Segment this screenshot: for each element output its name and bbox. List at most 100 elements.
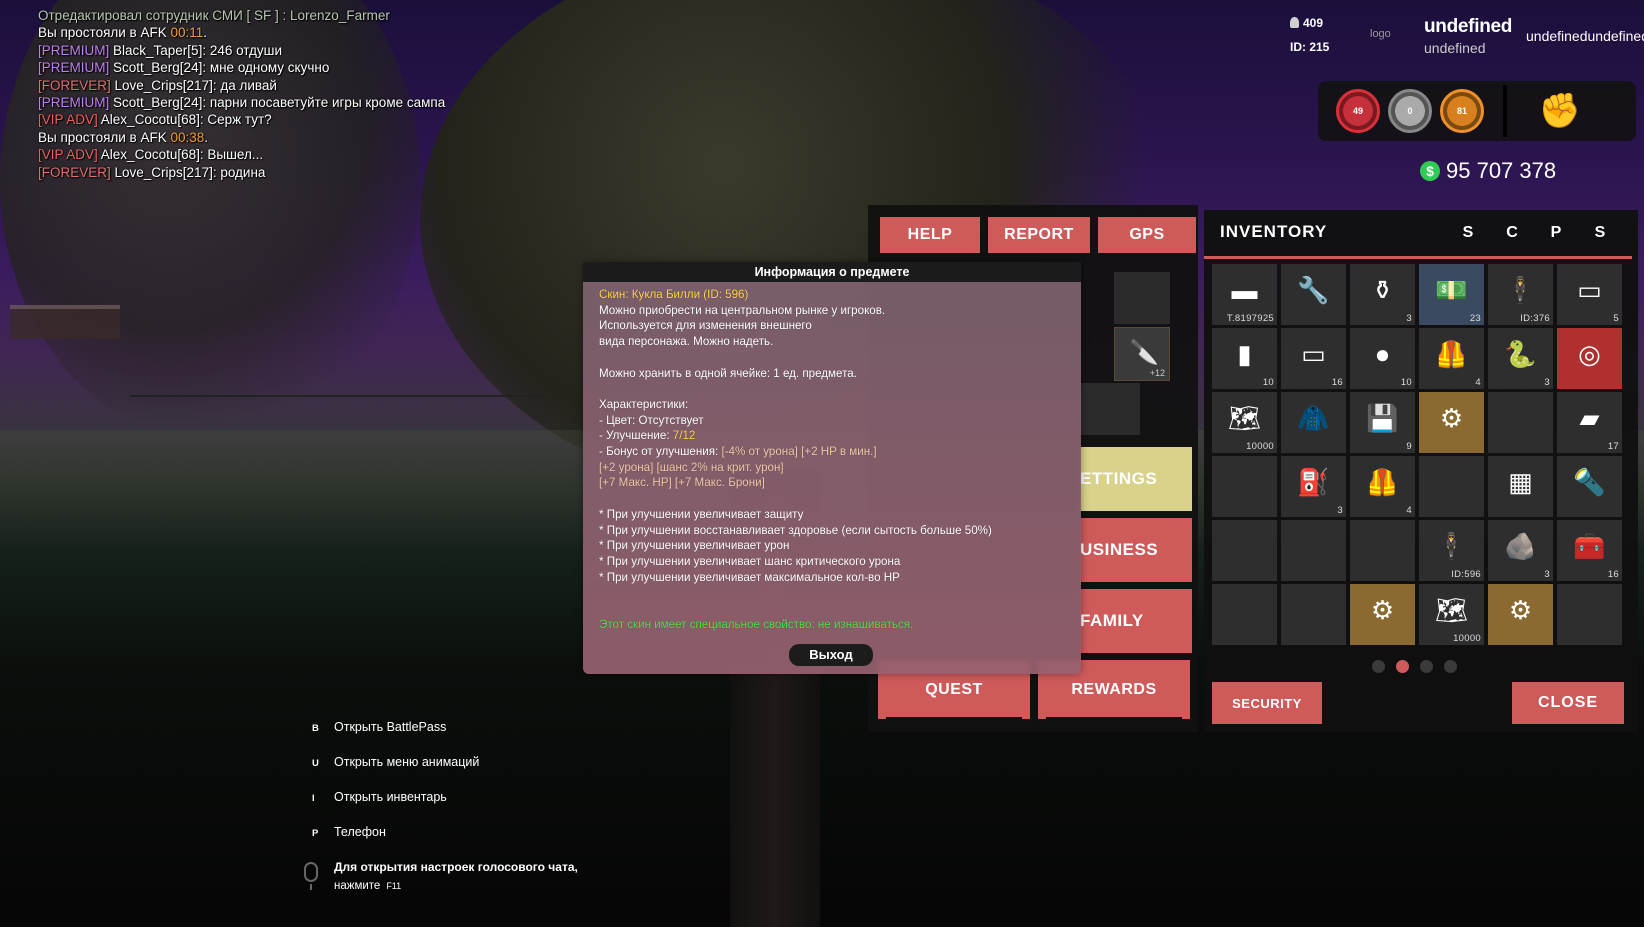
- inventory-slot[interactable]: [1350, 520, 1415, 581]
- item-count: 17: [1607, 441, 1619, 452]
- chat-log: Отредактировал сотрудник СМИ [ SF ] : Lo…: [38, 7, 445, 181]
- item-icon: 🔧: [1297, 275, 1330, 305]
- item-count: 16: [1331, 377, 1343, 388]
- chat-message: [VIP ADV] Alex_Cocotu[68]: Серж тут?: [38, 112, 272, 128]
- chat-message: Отредактировал сотрудник СМИ [ SF ] : Lo…: [38, 8, 390, 23]
- inventory-slot[interactable]: ⚙: [1350, 584, 1415, 645]
- inventory-title: INVENTORY: [1220, 222, 1328, 241]
- inventory-slot[interactable]: ◎: [1557, 328, 1622, 389]
- item-icon: 🐍: [1504, 339, 1537, 369]
- menu-slot-item[interactable]: 🔪 +12: [1114, 327, 1170, 381]
- fence: [130, 395, 550, 397]
- item-icon: ▬: [1231, 275, 1258, 305]
- money-display: $ 95 707 378: [1420, 158, 1556, 184]
- inventory-slot[interactable]: 💵 23: [1419, 264, 1484, 325]
- inventory-slot[interactable]: ▦: [1488, 456, 1553, 517]
- security-button[interactable]: SECURITY: [1212, 682, 1322, 724]
- inventory-slot[interactable]: 🧥: [1281, 392, 1346, 453]
- inventory-tab-2[interactable]: C: [1500, 224, 1524, 242]
- item-icon: 💵: [1435, 275, 1468, 305]
- microphone-icon: [304, 862, 318, 890]
- inventory-slot[interactable]: [1419, 456, 1484, 517]
- inventory-slot[interactable]: [1212, 584, 1277, 645]
- dialog-title: Информация о предмете: [583, 262, 1081, 282]
- item-icon: ▭: [1301, 339, 1326, 369]
- settings-button[interactable]: ETTINGS: [1080, 447, 1192, 511]
- help-button[interactable]: HELP: [880, 217, 980, 253]
- hunger-indicator: 81: [1440, 89, 1484, 133]
- inventory-slot[interactable]: 🧰 16: [1557, 520, 1622, 581]
- upgrade-perk: * При улучшении увеличивает шанс критиче…: [599, 554, 901, 568]
- item-count: T.8197925: [1226, 313, 1274, 324]
- page-dot[interactable]: [1372, 660, 1385, 673]
- chat-message: [FOREVER] Love_Crips[217]: родина: [38, 164, 266, 180]
- inventory-slot[interactable]: [1557, 584, 1622, 645]
- inventory-slot[interactable]: 🗺 10000: [1419, 584, 1484, 645]
- menu-slot[interactable]: [1114, 272, 1170, 324]
- close-button[interactable]: CLOSE: [1512, 682, 1624, 724]
- inventory-slot[interactable]: [1212, 520, 1277, 581]
- item-count: 3: [1544, 569, 1550, 580]
- inventory-tab-1[interactable]: S: [1456, 224, 1480, 242]
- inventory-slot[interactable]: 🦺 4: [1350, 456, 1415, 517]
- inventory-slot[interactable]: ▭ 5: [1557, 264, 1622, 325]
- item-count: 10: [1262, 377, 1274, 388]
- chat-message: [VIP ADV] Alex_Cocotu[68]: Вышел...: [38, 147, 264, 163]
- inventory-slot[interactable]: 🔦: [1557, 456, 1622, 517]
- inventory-slot[interactable]: [1281, 584, 1346, 645]
- tool-icon: 🔪: [1129, 339, 1159, 366]
- item-icon: 💾: [1366, 403, 1399, 433]
- inventory-slot[interactable]: [1488, 392, 1553, 453]
- inventory-slot[interactable]: ⚙: [1419, 392, 1484, 453]
- chat-message: Вы простояли в AFK 00:11.: [38, 25, 208, 41]
- inventory-slot[interactable]: 🪨 3: [1488, 520, 1553, 581]
- item-icon: 🦺: [1366, 467, 1399, 497]
- player-id: ID: 215: [1290, 40, 1330, 54]
- inventory-slot[interactable]: ▰ 17: [1557, 392, 1622, 453]
- barn: [10, 305, 120, 339]
- inventory-slot[interactable]: [1281, 520, 1346, 581]
- item-count: 23: [1469, 313, 1481, 324]
- hint-phone: P Телефон: [312, 825, 386, 839]
- chat-message: [PREMIUM] Scott_Berg[24]: парни посавету…: [38, 95, 446, 111]
- inventory-slot[interactable]: 💾 9: [1350, 392, 1415, 453]
- exit-button[interactable]: Выход: [789, 644, 873, 666]
- inventory-slot[interactable]: 🗺 10000: [1212, 392, 1277, 453]
- page-dot-active[interactable]: [1396, 660, 1409, 673]
- inventory-tab-4[interactable]: S: [1588, 224, 1612, 242]
- voice-hint-text: Для открытия настроек голосового чата,: [334, 860, 578, 874]
- inventory-slot[interactable]: ⚱ 3: [1350, 264, 1415, 325]
- item-count: 3: [1337, 505, 1343, 516]
- inventory-slot[interactable]: ▬ T.8197925: [1212, 264, 1277, 325]
- report-button[interactable]: REPORT: [988, 217, 1090, 253]
- inventory-slot[interactable]: ⚙: [1488, 584, 1553, 645]
- inventory-slot[interactable]: 🕴 ID:596: [1419, 520, 1484, 581]
- inventory-slot[interactable]: 🕴 ID:376: [1488, 264, 1553, 325]
- inventory-slot[interactable]: ▭ 16: [1281, 328, 1346, 389]
- inventory-slot[interactable]: ▮ 10: [1212, 328, 1277, 389]
- inventory-slot[interactable]: [1212, 456, 1277, 517]
- family-button[interactable]: FAMILY: [1080, 589, 1192, 653]
- item-icon: 🕴: [1504, 275, 1537, 305]
- item-icon: 🔦: [1573, 467, 1606, 497]
- server-logo: logo: [1370, 28, 1391, 40]
- gps-button[interactable]: GPS: [1098, 217, 1196, 253]
- item-count: 4: [1406, 505, 1412, 516]
- inventory-tab-3[interactable]: P: [1544, 224, 1568, 242]
- inventory-slot[interactable]: 🐍 3: [1488, 328, 1553, 389]
- inventory-slot[interactable]: ⛽ 3: [1281, 456, 1346, 517]
- dialog-body: Скин: Кукла Билли (ID: 596) Можно приобр…: [599, 287, 1069, 632]
- inventory-slot[interactable]: ● 10: [1350, 328, 1415, 389]
- item-count: 10000: [1246, 441, 1274, 452]
- upgrade-perk: * При улучшении увеличивает максимальное…: [599, 570, 900, 584]
- server-extra: undefinedundefined: [1526, 28, 1644, 44]
- item-count: 9: [1406, 441, 1412, 452]
- business-button[interactable]: USINESS: [1080, 518, 1192, 582]
- page-dot[interactable]: [1420, 660, 1433, 673]
- page-dot[interactable]: [1444, 660, 1457, 673]
- chat-message: [FOREVER] Love_Crips[217]: да ливай: [38, 77, 277, 93]
- menu-slot[interactable]: [1080, 383, 1140, 435]
- inventory-slot[interactable]: 🦺 4: [1419, 328, 1484, 389]
- item-icon: ⛽: [1297, 467, 1330, 497]
- inventory-slot[interactable]: 🔧: [1281, 264, 1346, 325]
